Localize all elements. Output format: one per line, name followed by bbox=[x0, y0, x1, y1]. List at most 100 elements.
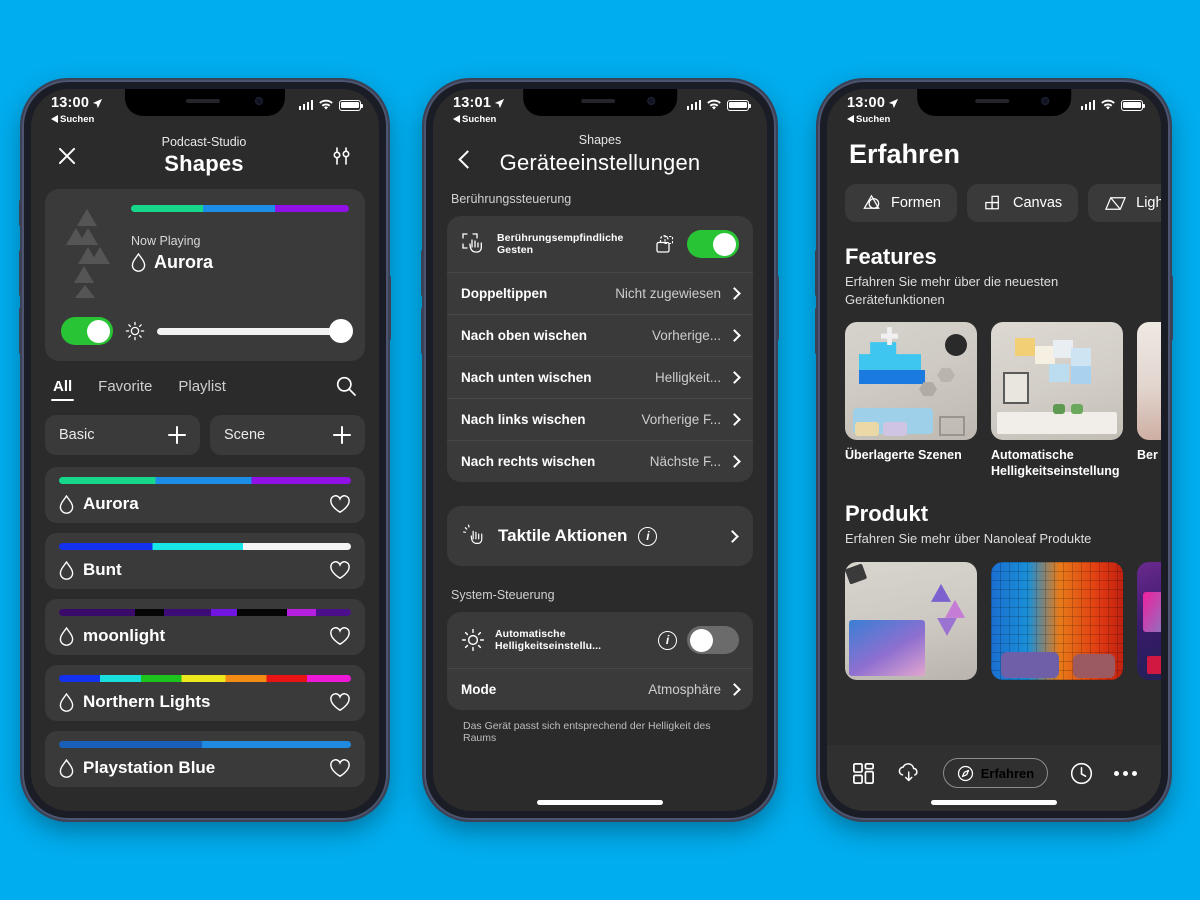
gesture-row[interactable]: Nach unten wischen Helligkeit... bbox=[447, 356, 753, 398]
gesture-key: Nach links wischen bbox=[461, 412, 586, 427]
tab-more[interactable] bbox=[1113, 770, 1137, 776]
add-basic-label: Basic bbox=[59, 427, 95, 443]
feature-caption: Überlagerte Szenen bbox=[845, 448, 962, 463]
back-button[interactable] bbox=[455, 149, 477, 171]
tab-dashboard[interactable] bbox=[851, 761, 876, 786]
back-to-app-link[interactable]: Suchen bbox=[847, 114, 899, 125]
tab-downloads[interactable] bbox=[896, 760, 922, 786]
features-heading: Features bbox=[845, 244, 937, 269]
scene-label: Bunt bbox=[83, 560, 122, 579]
status-bar: 13:00 Suchen bbox=[31, 89, 379, 133]
home-indicator bbox=[537, 800, 663, 805]
scene-left: Northern Lights bbox=[59, 692, 211, 712]
chevron-right-icon bbox=[728, 683, 741, 696]
product-thumbnail bbox=[991, 561, 1123, 680]
brightness-slider[interactable] bbox=[157, 319, 353, 343]
droplet-icon bbox=[59, 560, 74, 580]
tap-hand-icon bbox=[463, 524, 483, 544]
product-card[interactable] bbox=[991, 561, 1123, 688]
chip-label: Light P bbox=[1136, 195, 1161, 211]
location-arrow-icon bbox=[93, 98, 103, 108]
heart-outline-icon[interactable] bbox=[329, 626, 351, 646]
add-scene-button[interactable]: Scene bbox=[210, 415, 365, 455]
scene-name-row: moonlight bbox=[59, 626, 351, 646]
scene-card[interactable]: Bunt bbox=[45, 533, 365, 589]
power-toggle[interactable] bbox=[61, 317, 113, 345]
sliders-icon[interactable] bbox=[329, 143, 355, 169]
touch-gestures-row[interactable]: Berührungsempfindliche Gesten bbox=[447, 216, 753, 272]
back-to-app-label: Suchen bbox=[462, 113, 497, 125]
chip-light-panels[interactable]: Light P bbox=[1088, 184, 1161, 222]
chip-canvas[interactable]: Canvas bbox=[966, 184, 1079, 222]
product-card-row bbox=[845, 561, 1161, 688]
tab-favorite[interactable]: Favorite bbox=[98, 378, 152, 401]
power-button bbox=[1170, 276, 1173, 340]
volume-down-button bbox=[421, 308, 424, 354]
heart-outline-icon[interactable] bbox=[329, 692, 351, 712]
mode-row[interactable]: Mode Atmosphäre bbox=[447, 668, 753, 710]
wifi-icon bbox=[319, 99, 333, 110]
product-card[interactable] bbox=[1137, 561, 1161, 688]
device-chip-row: Formen Canvas Ligh bbox=[845, 184, 1161, 222]
phone-1-screen: 13:00 Suchen Podcast-Studio Shapes Now P… bbox=[31, 89, 379, 811]
gesture-row[interactable]: Nach rechts wischen Nächste F... bbox=[447, 440, 753, 482]
product-thumbnail bbox=[1137, 561, 1161, 680]
feature-card[interactable]: Überlagerte Szenen bbox=[845, 322, 977, 479]
auto-brightness-row[interactable]: Automatische Helligkeitseinstellu... i bbox=[447, 612, 753, 668]
phone-2-header: Shapes Geräteeinstellungen bbox=[447, 133, 753, 190]
scene-label: Northern Lights bbox=[83, 692, 211, 711]
feature-thumbnail bbox=[1137, 322, 1161, 441]
gesture-key: Doppeltippen bbox=[461, 286, 548, 301]
gesture-value: Helligkeit... bbox=[654, 370, 721, 385]
scene-card[interactable]: moonlight bbox=[45, 599, 365, 655]
gesture-row[interactable]: Nach links wischen Vorherige F... bbox=[447, 398, 753, 440]
gesture-value: Vorherige F... bbox=[641, 412, 721, 427]
heart-outline-icon[interactable] bbox=[329, 494, 351, 514]
now-playing-scene: Aurora bbox=[131, 252, 349, 273]
features-subtitle: Erfahren Sie mehr über die neuesten Gerä… bbox=[845, 274, 1059, 307]
battery-icon bbox=[727, 99, 751, 111]
system-control-card: Automatische Helligkeitseinstellu... i M… bbox=[447, 612, 753, 710]
plus-icon bbox=[168, 426, 186, 444]
heart-outline-icon[interactable] bbox=[329, 758, 351, 778]
tab-playlist[interactable]: Playlist bbox=[178, 378, 226, 401]
nanoleaf-shapes-icon bbox=[61, 203, 117, 299]
back-to-app-link[interactable]: Suchen bbox=[453, 113, 505, 125]
volume-up-button bbox=[815, 250, 818, 296]
feature-card[interactable]: Automatische Helligkeitseinstellung bbox=[991, 322, 1123, 479]
auto-brightness-toggle[interactable] bbox=[687, 626, 739, 654]
tab-schedule[interactable] bbox=[1069, 761, 1094, 786]
gesture-value: Nicht zugewiesen bbox=[615, 286, 721, 301]
phone-3-discover: 13:00 Suchen Erfahren Formen Canvas Ligh… bbox=[815, 80, 1173, 820]
status-time-wrap: 13:00 bbox=[51, 96, 103, 111]
phone-1-body: Podcast-Studio Shapes Now Playing Aurora… bbox=[31, 133, 379, 787]
scene-tabs: All Favorite Playlist bbox=[45, 371, 365, 403]
gesture-row[interactable]: Doppeltippen Nicht zugewiesen bbox=[447, 272, 753, 314]
tab-erfahren[interactable]: Erfahren bbox=[942, 758, 1049, 788]
scene-list: Aurora Bunt moonlight Northern Lights Playst… bbox=[45, 467, 365, 787]
scene-card[interactable]: Playstation Blue bbox=[45, 731, 365, 787]
tab-all[interactable]: All bbox=[50, 378, 75, 401]
status-left: 13:00 Suchen bbox=[847, 96, 899, 124]
back-to-app-link[interactable]: Suchen bbox=[51, 114, 103, 125]
chip-label: Canvas bbox=[1012, 195, 1063, 211]
touch-gestures-toggle[interactable] bbox=[687, 230, 739, 258]
gesture-row[interactable]: Nach oben wischen Vorherige... bbox=[447, 314, 753, 356]
chip-formen[interactable]: Formen bbox=[845, 184, 957, 222]
add-basic-button[interactable]: Basic bbox=[45, 415, 200, 455]
tactile-actions-row[interactable]: Taktile Aktionen i bbox=[447, 506, 753, 566]
scene-card[interactable]: Aurora bbox=[45, 467, 365, 523]
search-icon[interactable] bbox=[335, 375, 357, 397]
chevron-right-icon bbox=[726, 529, 739, 543]
info-icon[interactable]: i bbox=[658, 630, 677, 650]
product-card[interactable] bbox=[845, 561, 977, 688]
volume-down-button bbox=[19, 308, 22, 354]
feature-card[interactable]: Ber dlic bbox=[1137, 322, 1161, 479]
scene-gradient-bar bbox=[59, 477, 351, 484]
now-playing-card[interactable]: Now Playing Aurora bbox=[45, 189, 365, 361]
heart-outline-icon[interactable] bbox=[329, 560, 351, 580]
scene-card[interactable]: Northern Lights bbox=[45, 665, 365, 721]
close-icon[interactable] bbox=[55, 144, 79, 168]
info-icon[interactable]: i bbox=[638, 526, 658, 546]
touch-gesture-icon bbox=[462, 233, 482, 253]
